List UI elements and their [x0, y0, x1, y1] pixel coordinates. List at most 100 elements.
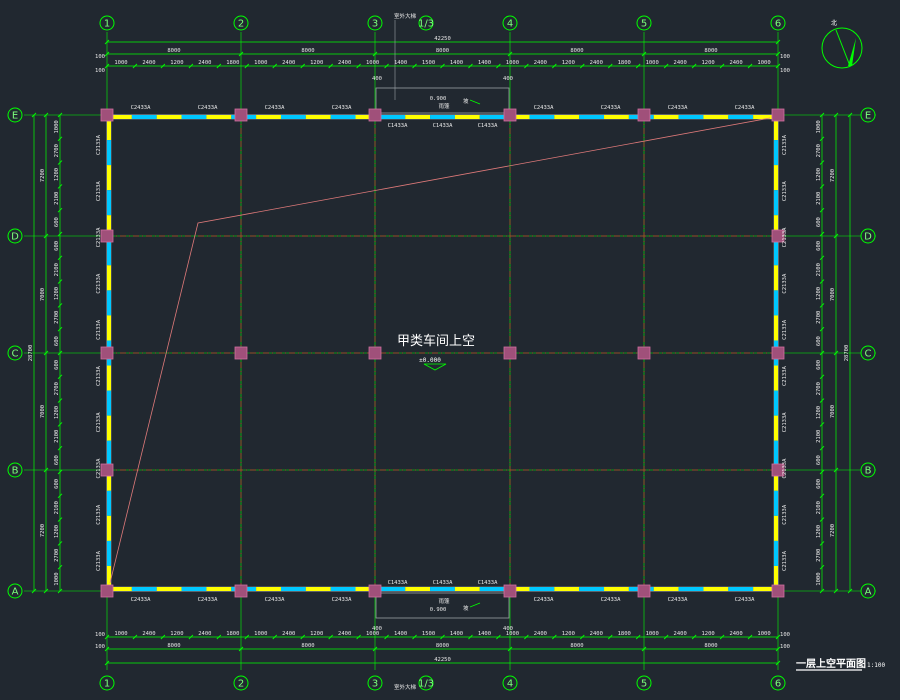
bottom-wall-segment	[430, 587, 455, 591]
left-wall-segment	[107, 265, 111, 291]
window-label-right: C2133A	[782, 134, 788, 155]
top-detail-dim-label: 2400	[590, 60, 603, 66]
bottom-span-dim-label: 8000	[167, 643, 180, 649]
top-stair-label: 室外大梯	[394, 12, 417, 20]
bottom-edge-offset-right: 100	[780, 644, 790, 650]
bottom-wall-segment	[454, 587, 480, 591]
north-line	[835, 29, 851, 67]
right-wall-segment	[774, 490, 778, 516]
window-label-bottom-mid: C1433A	[388, 580, 409, 586]
right-detail-dim-label: 1200	[816, 168, 822, 181]
window-label-bottom: C2433A	[601, 597, 622, 603]
window-label-bottom: C2433A	[735, 597, 756, 603]
top-edge-offset-right: 100	[780, 68, 790, 74]
right-detail-dim-label: 2700	[816, 382, 822, 395]
window-label-right: C2133A	[782, 273, 788, 294]
axis-right-D-label: D	[864, 232, 872, 243]
right-wall-segment	[774, 290, 778, 316]
mid-offset-top-left: 400	[372, 76, 382, 82]
window-label-top-mid: C1433A	[433, 123, 454, 129]
top-edge-offset: 100	[95, 54, 105, 60]
window-label-top: C2433A	[265, 105, 286, 111]
right-detail-dim-label: 2100	[816, 430, 822, 443]
window-label-left: C2133A	[96, 365, 102, 386]
north-arrow-icon	[848, 38, 856, 66]
left-detail-dim-label: 1200	[54, 168, 60, 181]
right-wall-segment	[774, 365, 778, 391]
bottom-detail-dim-label: 2400	[282, 631, 295, 637]
bottom-stair-level: 0.900	[430, 607, 447, 613]
top-ramp-arrow	[469, 99, 481, 105]
window-label-left: C2133A	[96, 134, 102, 155]
window-label-bottom: C2433A	[131, 597, 152, 603]
right-detail-dim-label: 600	[816, 336, 822, 346]
north-circle	[821, 27, 863, 69]
column-3E	[368, 108, 382, 122]
left-detail-dim-label: 600	[54, 479, 60, 489]
window-label-left: C2133A	[96, 273, 102, 294]
right-wall-segment	[774, 415, 778, 441]
top-detail-dim-label: 1000	[114, 60, 127, 66]
top-stair-note: 雨篷	[438, 102, 450, 110]
axis-top-2-label: 2	[238, 19, 244, 30]
right-span-dim-label: 7000	[830, 405, 836, 418]
top-detail-dim-label: 1500	[422, 60, 435, 66]
top-detail-dim-label: 1000	[254, 60, 267, 66]
bottom-wall-segment	[579, 587, 605, 591]
top-wall-segment	[206, 115, 232, 119]
column-4C	[503, 346, 517, 360]
cad-drawing-canvas[interactable]: 422508000 8000 8000 8000 80001000 2400 1200 240…	[0, 0, 900, 700]
bottom-stair-note: 雨篷	[438, 597, 450, 605]
top-wall-segment	[479, 115, 505, 119]
drawing-scale: 1:100	[867, 662, 885, 669]
right-wall-segment	[774, 315, 778, 341]
bottom-span-dim-label: 8000	[436, 643, 449, 649]
bottom-detail-dim-label: 1200	[562, 631, 575, 637]
bottom-wall-segment	[703, 587, 729, 591]
window-label-top-mid: C1433A	[478, 123, 499, 129]
bottom-ramp-label: 坡	[463, 604, 469, 612]
axis-right-E-label: E	[865, 111, 871, 122]
bottom-span-dim-label: 8000	[301, 643, 314, 649]
window-label-top: C2433A	[198, 105, 219, 111]
top-detail-dim-label: 1200	[310, 60, 323, 66]
top-wall-segment	[405, 115, 431, 119]
left-detail-dim-label: 600	[54, 336, 60, 346]
bottom-wall-segment	[604, 587, 629, 591]
column-1A	[100, 584, 114, 598]
window-label-bottom-mid: C1433A	[433, 580, 454, 586]
bottom-wall-segment	[653, 587, 679, 591]
room-label: 甲类车间上空	[397, 333, 475, 349]
top-wall-segment	[579, 115, 605, 119]
window-label-left: C2133A	[96, 181, 102, 202]
left-detail-dim-label: 1000	[54, 120, 60, 133]
column-4E	[503, 108, 517, 122]
axis-top-6-label: 6	[775, 19, 781, 30]
top-detail-dim-label: 1800	[226, 60, 239, 66]
right-detail-dim-label: 1000	[816, 120, 822, 133]
top-detail-dim-label: 1000	[506, 60, 519, 66]
top-wall-segment	[380, 115, 406, 119]
window-label-right: C2133A	[782, 412, 788, 433]
left-wall-segment	[107, 490, 111, 516]
top-wall-segment	[554, 115, 580, 119]
bottom-detail-dim-label: 2400	[338, 631, 351, 637]
left-detail-dim-label: 600	[54, 217, 60, 227]
window-label-top-mid: C1433A	[388, 123, 409, 129]
left-detail-dim-label: 600	[54, 455, 60, 465]
column-1E	[100, 108, 114, 122]
column-1C	[100, 346, 114, 360]
column-1B	[100, 463, 114, 477]
top-wall-segment	[256, 115, 281, 119]
level-mark: ±0.000	[419, 357, 441, 364]
axis-left-A-label: A	[12, 587, 19, 598]
right-detail-dim-label: 1000	[816, 572, 822, 585]
left-wall-segment	[107, 390, 111, 416]
window-label-bottom: C2433A	[534, 597, 555, 603]
top-wall-segment	[678, 115, 704, 119]
right-wall-segment	[774, 140, 778, 166]
top-wall-segment	[454, 115, 480, 119]
axis-left-B-label: B	[12, 466, 19, 477]
right-detail-dim-label: 2700	[816, 144, 822, 157]
top-detail-dim-label: 2400	[729, 60, 742, 66]
